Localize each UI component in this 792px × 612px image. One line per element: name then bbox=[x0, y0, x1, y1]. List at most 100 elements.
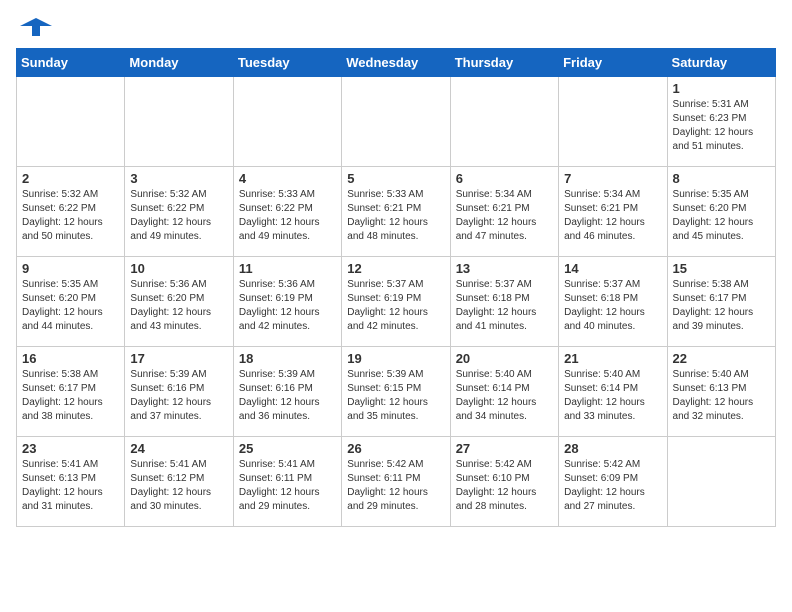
day-number: 23 bbox=[22, 441, 119, 456]
calendar-day-cell: 25 Sunrise: 5:41 AM Sunset: 6:11 PM Dayli… bbox=[233, 437, 341, 527]
calendar-week-row: 2Sunrise: 5:32 AM Sunset: 6:22 PM Daylig… bbox=[17, 167, 776, 257]
day-info: Sunrise: 5:35 AM Sunset: 6:20 PM Dayligh… bbox=[22, 278, 119, 334]
day-info: Sunrise: 5:33 AM Sunset: 6:22 PM Dayligh… bbox=[239, 188, 336, 244]
calendar-day-cell: 1 Sunrise: 5:31 AM Sunset: 6:23 PM Daylig… bbox=[667, 77, 775, 167]
calendar-table: SundayMondayTuesdayWednesdayThursdayFrid… bbox=[16, 48, 776, 527]
calendar-day-cell: 4 Sunrise: 5:33 AM Sunset: 6:22 PM Daylig… bbox=[233, 167, 341, 257]
calendar-day-cell: 17 Sunrise: 5:39 AM Sunset: 6:16 PM Dayli… bbox=[125, 347, 233, 437]
day-info: Sunrise: 5:41 AM Sunset: 6:11 PM Dayligh… bbox=[239, 458, 336, 514]
day-info: Sunrise: 5:41 AM Sunset: 6:13 PM Dayligh… bbox=[22, 458, 119, 514]
day-number: 14 bbox=[564, 261, 661, 276]
day-info: Sunrise: 5:40 AM Sunset: 6:13 PM Dayligh… bbox=[673, 368, 770, 424]
day-number: 4 bbox=[239, 171, 336, 186]
calendar-day-cell: 27 Sunrise: 5:42 AM Sunset: 6:10 PM Dayli… bbox=[450, 437, 558, 527]
day-info: Sunrise: 5:31 AM Sunset: 6:23 PM Dayligh… bbox=[673, 98, 770, 154]
day-info: Sunrise: 5:34 AM Sunset: 6:21 PM Dayligh… bbox=[564, 188, 661, 244]
day-info: Sunrise: 5:39 AM Sunset: 6:16 PM Dayligh… bbox=[130, 368, 227, 424]
day-info: Sunrise: 5:34 AM Sunset: 6:21 PM Dayligh… bbox=[456, 188, 553, 244]
day-number: 1 bbox=[673, 81, 770, 96]
day-info: Sunrise: 5:39 AM Sunset: 6:16 PM Dayligh… bbox=[239, 368, 336, 424]
day-number: 27 bbox=[456, 441, 553, 456]
calendar-day-cell bbox=[233, 77, 341, 167]
day-number: 13 bbox=[456, 261, 553, 276]
calendar-week-row: 9 Sunrise: 5:35 AM Sunset: 6:20 PM Daylig… bbox=[17, 257, 776, 347]
calendar-day-cell bbox=[559, 77, 667, 167]
day-info: Sunrise: 5:37 AM Sunset: 6:19 PM Dayligh… bbox=[347, 278, 444, 334]
logo bbox=[16, 16, 52, 38]
calendar-day-cell: 13 Sunrise: 5:37 AM Sunset: 6:18 PM Dayli… bbox=[450, 257, 558, 347]
calendar-day-cell: 21 Sunrise: 5:40 AM Sunset: 6:14 PM Dayli… bbox=[559, 347, 667, 437]
calendar-day-cell: 18 Sunrise: 5:39 AM Sunset: 6:16 PM Dayli… bbox=[233, 347, 341, 437]
calendar-day-cell: 10 Sunrise: 5:36 AM Sunset: 6:20 PM Dayli… bbox=[125, 257, 233, 347]
day-info: Sunrise: 5:36 AM Sunset: 6:19 PM Dayligh… bbox=[239, 278, 336, 334]
day-number: 6 bbox=[456, 171, 553, 186]
calendar-day-cell: 2Sunrise: 5:32 AM Sunset: 6:22 PM Daylig… bbox=[17, 167, 125, 257]
day-number: 3 bbox=[130, 171, 227, 186]
day-info: Sunrise: 5:42 AM Sunset: 6:10 PM Dayligh… bbox=[456, 458, 553, 514]
day-number: 22 bbox=[673, 351, 770, 366]
day-number: 7 bbox=[564, 171, 661, 186]
calendar-day-cell: 19 Sunrise: 5:39 AM Sunset: 6:15 PM Dayli… bbox=[342, 347, 450, 437]
calendar-day-cell: 3 Sunrise: 5:32 AM Sunset: 6:22 PM Daylig… bbox=[125, 167, 233, 257]
calendar-day-cell: 5Sunrise: 5:33 AM Sunset: 6:21 PM Daylig… bbox=[342, 167, 450, 257]
day-number: 16 bbox=[22, 351, 119, 366]
day-number: 19 bbox=[347, 351, 444, 366]
calendar-day-cell: 24 Sunrise: 5:41 AM Sunset: 6:12 PM Dayli… bbox=[125, 437, 233, 527]
calendar-day-cell: 6 Sunrise: 5:34 AM Sunset: 6:21 PM Daylig… bbox=[450, 167, 558, 257]
calendar-day-cell: 22 Sunrise: 5:40 AM Sunset: 6:13 PM Dayli… bbox=[667, 347, 775, 437]
calendar-day-cell bbox=[17, 77, 125, 167]
day-of-week-header: Tuesday bbox=[233, 49, 341, 77]
logo-bird-icon bbox=[20, 16, 52, 38]
day-number: 10 bbox=[130, 261, 227, 276]
calendar-day-cell bbox=[450, 77, 558, 167]
day-number: 18 bbox=[239, 351, 336, 366]
day-of-week-header: Saturday bbox=[667, 49, 775, 77]
calendar-day-cell: 8 Sunrise: 5:35 AM Sunset: 6:20 PM Daylig… bbox=[667, 167, 775, 257]
calendar-day-cell: 9 Sunrise: 5:35 AM Sunset: 6:20 PM Daylig… bbox=[17, 257, 125, 347]
day-number: 28 bbox=[564, 441, 661, 456]
day-info: Sunrise: 5:37 AM Sunset: 6:18 PM Dayligh… bbox=[456, 278, 553, 334]
day-info: Sunrise: 5:35 AM Sunset: 6:20 PM Dayligh… bbox=[673, 188, 770, 244]
day-info: Sunrise: 5:38 AM Sunset: 6:17 PM Dayligh… bbox=[673, 278, 770, 334]
day-info: Sunrise: 5:42 AM Sunset: 6:11 PM Dayligh… bbox=[347, 458, 444, 514]
day-number: 11 bbox=[239, 261, 336, 276]
day-of-week-header: Wednesday bbox=[342, 49, 450, 77]
day-info: Sunrise: 5:36 AM Sunset: 6:20 PM Dayligh… bbox=[130, 278, 227, 334]
day-info: Sunrise: 5:32 AM Sunset: 6:22 PM Dayligh… bbox=[22, 188, 119, 244]
day-info: Sunrise: 5:39 AM Sunset: 6:15 PM Dayligh… bbox=[347, 368, 444, 424]
day-number: 21 bbox=[564, 351, 661, 366]
day-number: 20 bbox=[456, 351, 553, 366]
day-number: 26 bbox=[347, 441, 444, 456]
calendar-week-row: 1 Sunrise: 5:31 AM Sunset: 6:23 PM Daylig… bbox=[17, 77, 776, 167]
calendar-day-cell: 11 Sunrise: 5:36 AM Sunset: 6:19 PM Dayli… bbox=[233, 257, 341, 347]
day-of-week-header: Thursday bbox=[450, 49, 558, 77]
day-number: 24 bbox=[130, 441, 227, 456]
day-of-week-header: Sunday bbox=[17, 49, 125, 77]
day-number: 15 bbox=[673, 261, 770, 276]
day-info: Sunrise: 5:33 AM Sunset: 6:21 PM Dayligh… bbox=[347, 188, 444, 244]
day-number: 17 bbox=[130, 351, 227, 366]
day-info: Sunrise: 5:40 AM Sunset: 6:14 PM Dayligh… bbox=[456, 368, 553, 424]
day-number: 12 bbox=[347, 261, 444, 276]
calendar-day-cell: 15 Sunrise: 5:38 AM Sunset: 6:17 PM Dayli… bbox=[667, 257, 775, 347]
calendar-day-cell bbox=[667, 437, 775, 527]
day-info: Sunrise: 5:40 AM Sunset: 6:14 PM Dayligh… bbox=[564, 368, 661, 424]
day-info: Sunrise: 5:38 AM Sunset: 6:17 PM Dayligh… bbox=[22, 368, 119, 424]
day-info: Sunrise: 5:37 AM Sunset: 6:18 PM Dayligh… bbox=[564, 278, 661, 334]
calendar-header-row: SundayMondayTuesdayWednesdayThursdayFrid… bbox=[17, 49, 776, 77]
day-number: 8 bbox=[673, 171, 770, 186]
day-info: Sunrise: 5:41 AM Sunset: 6:12 PM Dayligh… bbox=[130, 458, 227, 514]
day-of-week-header: Monday bbox=[125, 49, 233, 77]
calendar-day-cell: 16 Sunrise: 5:38 AM Sunset: 6:17 PM Dayli… bbox=[17, 347, 125, 437]
page-header bbox=[16, 16, 776, 38]
day-number: 25 bbox=[239, 441, 336, 456]
day-number: 9 bbox=[22, 261, 119, 276]
calendar-week-row: 23 Sunrise: 5:41 AM Sunset: 6:13 PM Dayli… bbox=[17, 437, 776, 527]
calendar-day-cell: 7 Sunrise: 5:34 AM Sunset: 6:21 PM Daylig… bbox=[559, 167, 667, 257]
day-of-week-header: Friday bbox=[559, 49, 667, 77]
calendar-day-cell bbox=[342, 77, 450, 167]
calendar-day-cell bbox=[125, 77, 233, 167]
calendar-day-cell: 23 Sunrise: 5:41 AM Sunset: 6:13 PM Dayli… bbox=[17, 437, 125, 527]
calendar-day-cell: 20 Sunrise: 5:40 AM Sunset: 6:14 PM Dayli… bbox=[450, 347, 558, 437]
day-info: Sunrise: 5:32 AM Sunset: 6:22 PM Dayligh… bbox=[130, 188, 227, 244]
